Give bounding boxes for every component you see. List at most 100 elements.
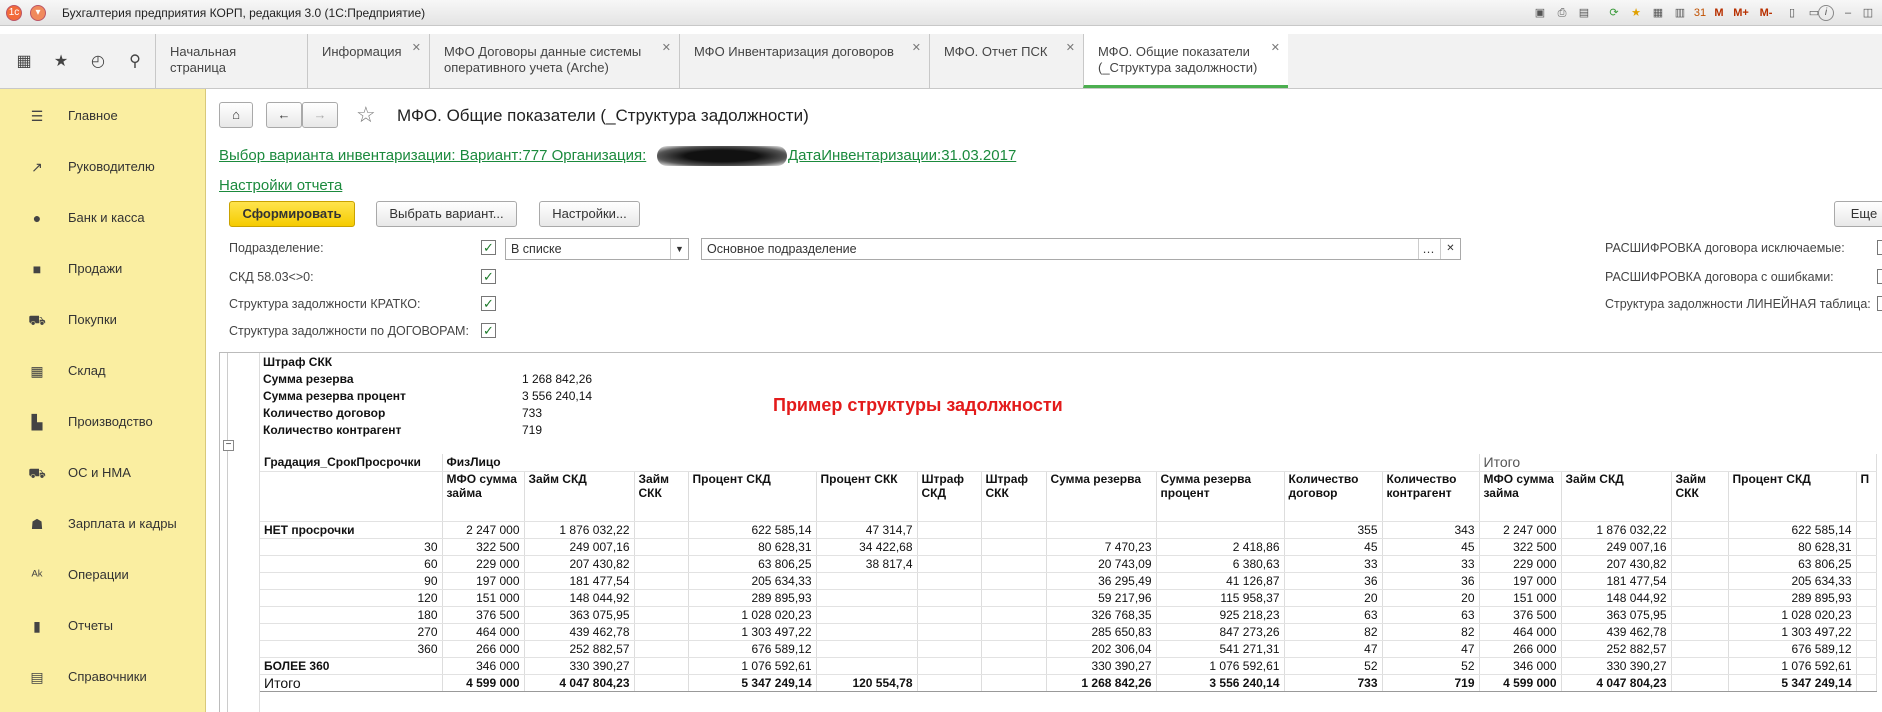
window-menu-icon[interactable]: ▾ [30,5,46,21]
settings-button[interactable]: Настройки... [539,201,640,227]
tab-mfo-general[interactable]: МФО. Общие показатели (_Структура задолж… [1083,34,1288,88]
tab-label: Начальная страница [170,44,237,75]
report-area[interactable]: − Штраф СКК Сумма резерва 1 268 842,26 С… [219,352,1882,712]
subdivision-value-field[interactable]: Основное подразделение … ✕ [701,238,1461,260]
memory-plus-button[interactable]: M+ [1730,5,1752,21]
save-icon[interactable]: ▣ [1532,5,1548,21]
table-cell [1156,521,1285,539]
print-icon[interactable]: ⎙ [1554,5,1570,21]
decode-errors-checkbox[interactable] [1877,269,1882,284]
table-row[interactable]: 360 266 000 252 882,57 676 589,12 202 306,04… [260,640,1877,658]
table-cell: 343 [1382,521,1480,539]
ellipsis-icon[interactable]: … [1418,239,1438,259]
sidebar-item-warehouse[interactable]: ▦ Склад [0,351,206,391]
table-row[interactable]: 60 229 000 207 430,82 63 806,25 38 817,4 20 7… [260,555,1877,573]
linear-table-label: Структура задолжности ЛИНЕЙНАЯ таблица: [1605,297,1871,311]
favorites-icon[interactable]: ★ [1628,5,1644,21]
brief-checkbox[interactable]: ✓ [481,296,496,311]
table-row[interactable]: 180 376 500 363 075,95 1 028 020,23 326 768,… [260,606,1877,624]
report-table[interactable]: Градация_СрокПросрочки ФизЛицо Итого МФО су… [260,454,1877,692]
table-cell: 20 [1382,589,1480,607]
tab-home[interactable]: Начальная страница [155,34,307,88]
date-link[interactable]: ДатаИнвентаризации:31.03.2017 [788,147,1016,164]
decode-excluded-checkbox[interactable] [1877,240,1882,255]
home-button[interactable]: ⌂ [219,102,253,128]
table-row[interactable]: 90 197 000 181 477,54 205 634,33 36 295,49 41… [260,572,1877,590]
table-cell: 439 462,78 [524,623,635,641]
sidebar-item-bank[interactable]: ● Банк и касса [0,198,206,238]
panels-icon[interactable]: ▯ [1784,5,1800,21]
search-icon[interactable]: ⚲ [124,51,146,73]
close-icon[interactable]: ✕ [1066,40,1075,56]
table-cell: 115 958,37 [1156,589,1285,607]
close-icon[interactable]: ✕ [1271,40,1280,56]
sidebar-item-purchases[interactable]: ⛟ Покупки [0,300,206,340]
table-cell: 355 [1284,521,1383,539]
sidebar-item-label: Отчеты [68,618,113,633]
table-cell [816,657,918,675]
variant-link[interactable]: Выбор варианта инвентаризации: Вариант:7… [219,147,646,164]
table-cell: 363 075,95 [524,606,635,624]
sidebar-item-main[interactable]: ☰ Главное [0,96,206,136]
column-header: Процент СКД [1728,471,1857,522]
more-button[interactable]: Еще [1834,201,1882,227]
restore-icon[interactable]: ◫ [1860,5,1876,21]
settings-link[interactable]: Настройки отчета [219,177,342,194]
collapse-icon[interactable]: − [223,440,234,451]
tab-mfo-contracts[interactable]: МФО Договоры данные системы оперативного… [429,34,679,88]
table-row[interactable]: 270 464 000 439 462,78 1 303 497,22 285 650,… [260,623,1877,641]
memory-button[interactable]: M [1712,5,1726,21]
tab-mfo-inventory[interactable]: МФО Инвентаризация договоров ✕ [679,34,929,88]
table-row[interactable]: НЕТ просрочки 2 247 000 1 876 032,22 622 58… [260,521,1877,539]
favorite-star-icon[interactable]: ☆ [356,102,376,128]
linear-table-checkbox[interactable] [1877,296,1882,311]
calculator-icon[interactable]: ▥ [1672,5,1688,21]
generate-button[interactable]: Сформировать [229,201,355,227]
close-icon[interactable]: ✕ [912,40,921,56]
sidebar-item-references[interactable]: ▤ Справочники [0,657,206,697]
contracts-checkbox[interactable]: ✓ [481,323,496,338]
calendar-icon[interactable]: 31 [1692,5,1708,21]
close-icon[interactable]: ✕ [662,40,671,56]
skd-checkbox[interactable]: ✓ [481,269,496,284]
tab-bar: ▦ ★ ◴ ⚲ Начальная страница Информация ✕ М… [0,34,1882,89]
close-icon[interactable]: ✕ [412,40,421,56]
tab-info[interactable]: Информация ✕ [307,34,429,88]
back-button[interactable]: ← [266,102,302,128]
forward-button[interactable]: → [302,102,338,128]
sidebar-item-assets[interactable]: ⛟ ОС и НМА [0,453,206,493]
clear-icon[interactable]: ✕ [1440,239,1460,259]
apps-grid-icon[interactable]: ▦ [13,51,35,73]
subdivision-mode-select[interactable]: В списке ▼ [505,238,689,260]
table-cell [981,606,1047,624]
refresh-icon[interactable]: ⟳ [1606,5,1622,21]
subdivision-checkbox[interactable]: ✓ [481,240,496,255]
favorites-star-icon[interactable]: ★ [50,51,72,73]
total-row[interactable]: Итого 4 599 000 4 047 804,23 5 347 249,14 12… [260,674,1877,692]
history-icon[interactable]: ▦ [1650,5,1666,21]
tab-mfo-psk[interactable]: МФО. Отчет ПСК ✕ [929,34,1083,88]
history-clock-icon[interactable]: ◴ [87,51,109,73]
memory-minus-button[interactable]: M- [1756,5,1776,21]
table-cell: 252 882,57 [524,640,635,658]
report-gutter: − [220,353,260,712]
minimize-icon[interactable]: – [1840,5,1856,21]
preview-icon[interactable]: ▤ [1576,5,1592,21]
chevron-down-icon[interactable]: ▼ [670,239,688,259]
app-logo-icon[interactable]: 1c [6,5,22,21]
column-header: Сумма резерва процент [1156,471,1285,522]
table-row[interactable]: БОЛЕЕ 360 346 000 330 390,27 1 076 592,61 33… [260,657,1877,675]
row-label: 60 [260,555,443,573]
table-cell [917,657,982,675]
table-row[interactable]: 30 322 500 249 007,16 80 628,31 34 422,68 7 4… [260,538,1877,556]
table-row[interactable]: 120 151 000 148 044,92 289 895,93 59 217,96 1… [260,589,1877,607]
choose-variant-button[interactable]: Выбрать вариант... [376,201,517,227]
info-icon[interactable]: i [1818,5,1834,21]
sidebar-item-production[interactable]: ▙ Производство [0,402,206,442]
sidebar-item-operations[interactable]: ᴬᵏ Операции [0,555,206,595]
sidebar-item-sales[interactable]: ■ Продажи [0,249,206,289]
table-cell [917,521,982,539]
sidebar-item-salary[interactable]: ☗ Зарплата и кадры [0,504,206,544]
sidebar-item-reports[interactable]: ▮ Отчеты [0,606,206,646]
sidebar-item-manager[interactable]: ↗ Руководителю [0,147,206,187]
